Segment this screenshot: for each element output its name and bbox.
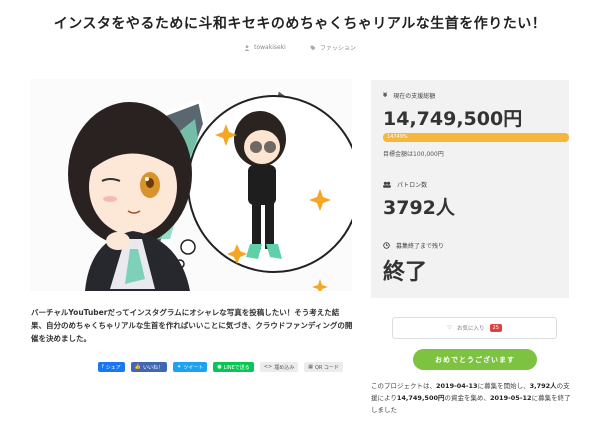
heart-icon: ♡: [447, 325, 453, 331]
progress-percent: 14749%: [387, 134, 408, 140]
summary-text-2: に募集を開始し、: [477, 382, 530, 390]
backers-label: パトロン数: [397, 182, 428, 189]
thumbs-up-icon: 👍: [134, 364, 142, 370]
owner-info[interactable]: towakiseki: [244, 43, 286, 52]
facebook-share-label: シェア: [105, 364, 121, 371]
project-description: バーチャルYouTuberだってインスタグラムにオシャレな写真を投稿したい！そう…: [31, 308, 353, 343]
line-icon: ●: [217, 364, 222, 370]
goal-amount: 目標金額は100,000円: [383, 151, 444, 158]
like-label: いいね！: [143, 364, 164, 371]
summary-amount: 14,749,500円: [396, 394, 445, 402]
owner-name[interactable]: towakiseki: [254, 44, 286, 51]
facebook-icon: f: [102, 364, 104, 370]
project-title: インスタをやるために斗和キセキのめちゃくちゃリアルな生首を作りたい！: [53, 16, 547, 32]
line-label: LINEで送る: [223, 364, 250, 371]
tweet-button[interactable]: ✦ ツイート: [173, 362, 208, 372]
favorite-label: お気に入り: [457, 326, 485, 332]
share-buttons: f シェア 👍 いいね！ ✦ ツイート ● LINEで送る <> 埋め込み ▦ …: [98, 362, 343, 372]
facebook-like-button[interactable]: 👍 いいね！: [130, 362, 168, 372]
embed-label: 埋め込み: [274, 364, 295, 371]
project-hero-image: [30, 79, 352, 291]
progress-fill: [383, 133, 569, 142]
tweet-label: ツイート: [183, 364, 204, 371]
favorite-button[interactable]: ♡ お気に入り 25: [392, 317, 557, 339]
people-icon: [383, 181, 391, 188]
remaining-label-row: 募集終了まで残り: [383, 241, 444, 250]
summary-start-date: 2019-04-13: [436, 382, 478, 390]
summary-backers: 3,792人: [529, 382, 557, 390]
facebook-share-button[interactable]: f シェア: [98, 362, 125, 372]
project-meta: towakiseki ファッション: [0, 43, 600, 52]
remaining-label: 募集終了まで残り: [396, 243, 445, 250]
twitter-icon: ✦: [177, 364, 182, 370]
summary-text-4: の資金を集め、: [444, 394, 491, 402]
backers-count: 3792人: [383, 197, 455, 219]
congrats-button[interactable]: おめでとうございます: [413, 349, 537, 370]
summary-end-date: 2019-05-12: [490, 394, 532, 402]
summary-text-1: このプロジェクトは、: [371, 382, 436, 390]
user-icon: [244, 44, 250, 51]
funded-label-row: ¥ 現在の支援総額: [383, 91, 435, 100]
qr-code-button[interactable]: ▦ QR コード: [304, 362, 343, 372]
qr-label: QR コード: [314, 364, 339, 371]
funded-label: 現在の支援総額: [393, 93, 436, 100]
code-icon: <>: [263, 364, 273, 370]
line-share-button[interactable]: ● LINEで送る: [213, 362, 254, 372]
category-info[interactable]: ファッション: [310, 43, 356, 52]
yen-icon: ¥: [383, 92, 388, 99]
favorite-count-badge: 25: [489, 324, 502, 332]
remaining-value: 終了: [383, 260, 428, 285]
clock-icon: [383, 242, 390, 249]
category-name[interactable]: ファッション: [320, 43, 356, 52]
backers-label-row: パトロン数: [383, 180, 427, 189]
funding-stats-panel: ¥ 現在の支援総額 14,749,500円 14749% 目標金額は100,00…: [371, 80, 569, 298]
embed-button[interactable]: <> 埋め込み: [259, 362, 299, 372]
funded-amount: 14,749,500円: [383, 108, 523, 130]
hero-illustration: [30, 79, 352, 291]
tag-icon: [310, 45, 316, 50]
funding-progress-bar: 14749%: [383, 133, 569, 142]
project-summary: このプロジェクトは、2019-04-13に募集を開始し、3,792人の支援により…: [371, 380, 576, 416]
qr-icon: ▦: [308, 364, 313, 370]
